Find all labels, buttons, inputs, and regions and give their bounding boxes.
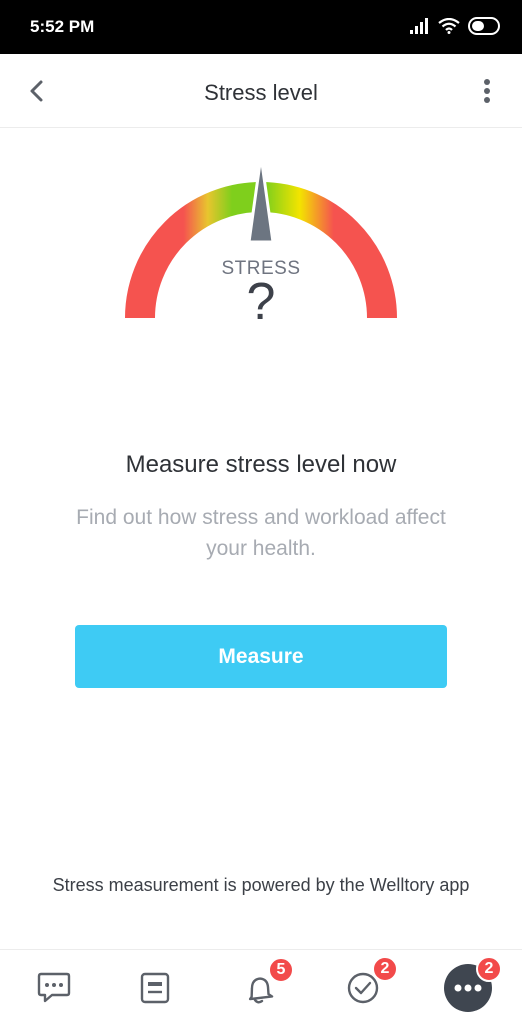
more-badge: 2 xyxy=(476,956,502,982)
status-bar: 5:52 PM xyxy=(0,0,522,54)
chat-icon xyxy=(37,972,71,1002)
measure-button[interactable]: Measure xyxy=(75,625,447,688)
subtext: Find out how stress and workload affect … xyxy=(76,506,446,560)
headline: Measure stress level now xyxy=(125,451,397,478)
battery-icon xyxy=(468,16,502,40)
nav-item-documents[interactable] xyxy=(120,950,190,1024)
tasks-badge: 2 xyxy=(372,956,398,982)
document-icon xyxy=(140,972,170,1003)
nav-item-notifications[interactable]: 5 xyxy=(224,950,294,1024)
more-vertical-icon xyxy=(484,79,490,103)
footer-note: Stress measurement is powered by the Wel… xyxy=(52,875,470,895)
status-time: 5:52 PM xyxy=(30,17,95,36)
signal-icon xyxy=(410,17,430,39)
nav-item-chat[interactable] xyxy=(19,950,89,1024)
status-icons xyxy=(410,16,502,40)
wifi-icon xyxy=(438,17,460,39)
nav-item-tasks[interactable]: 2 xyxy=(328,950,398,1024)
page-title: Stress level xyxy=(204,80,318,105)
app-header: Stress level xyxy=(0,54,522,128)
gauge-value: ? xyxy=(246,273,276,331)
notification-badge: 5 xyxy=(268,957,294,983)
more-options-button[interactable] xyxy=(472,72,502,110)
bottom-nav: 5 2 2 xyxy=(0,949,522,1024)
nav-item-more[interactable]: 2 xyxy=(433,950,503,1024)
